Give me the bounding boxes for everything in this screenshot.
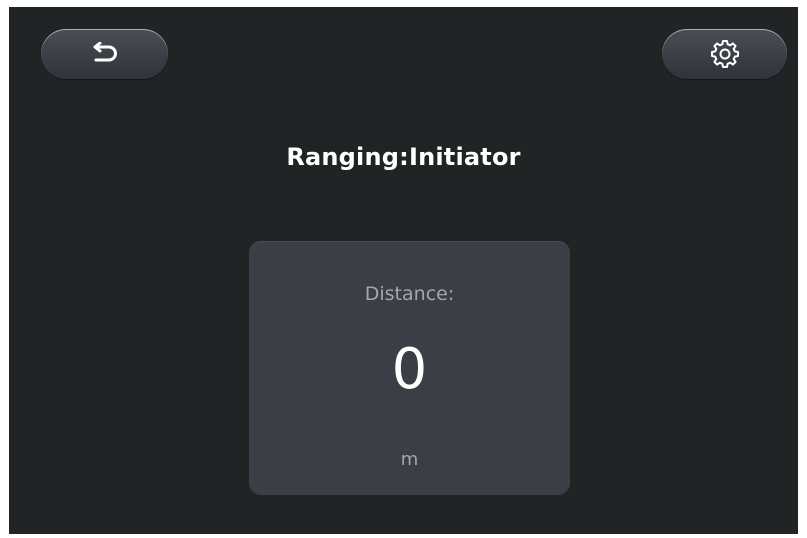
settings-button[interactable] xyxy=(662,29,787,79)
distance-card: Distance: 0 m xyxy=(249,241,570,495)
app-screen: Ranging:Initiator Distance: 0 m xyxy=(9,7,798,534)
gear-icon xyxy=(710,39,740,69)
distance-unit: m xyxy=(400,449,419,470)
undo-arrow-icon xyxy=(90,42,120,66)
back-button[interactable] xyxy=(41,29,168,79)
page-title: Ranging:Initiator xyxy=(286,143,521,171)
distance-value: 0 xyxy=(391,337,428,402)
distance-label: Distance: xyxy=(364,283,455,305)
